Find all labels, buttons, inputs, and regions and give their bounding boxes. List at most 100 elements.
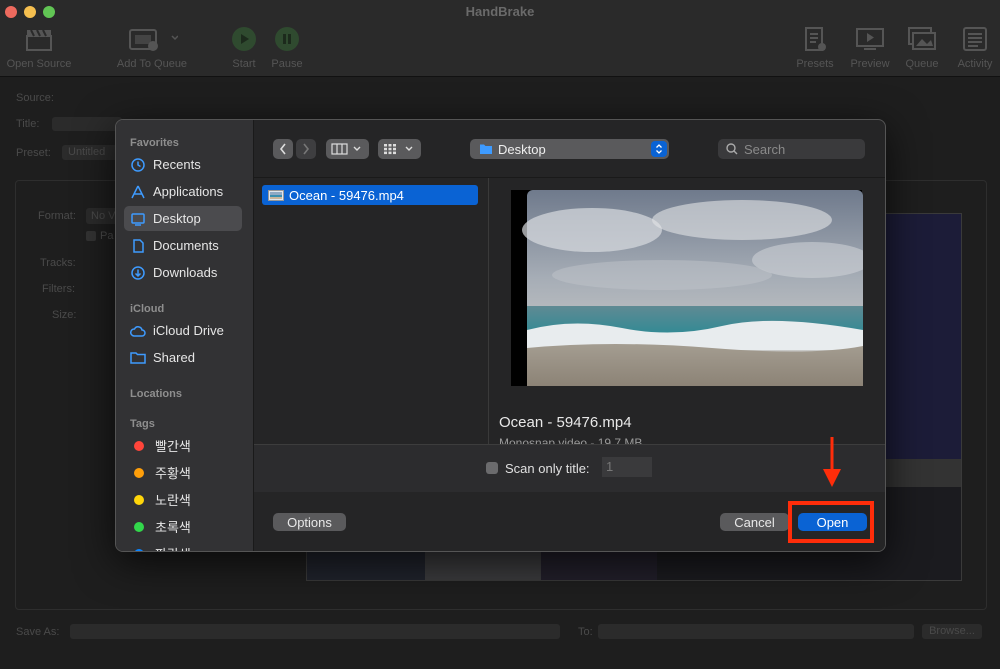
clock-icon [130, 157, 146, 173]
presets-icon [801, 26, 829, 52]
file-row[interactable]: Ocean - 59476.mp4 [262, 185, 478, 205]
sidebar-item-icloud-drive[interactable]: iCloud Drive [124, 318, 242, 343]
presets-label: Presets [796, 58, 834, 70]
title-bar: HandBrake Open Source Add To Queue Start… [0, 0, 1000, 77]
search-placeholder: Search [744, 141, 786, 157]
queue-button[interactable]: Queue [902, 26, 942, 70]
start-button[interactable]: Start [224, 26, 264, 70]
sidebar-tag-red[interactable]: 빨간색 [124, 433, 242, 458]
add-to-queue-label: Add To Queue [116, 58, 188, 70]
cloud-icon [130, 323, 146, 339]
tags-header: Tags [130, 418, 155, 430]
presets-button[interactable]: Presets [795, 26, 835, 70]
preview-strip [885, 214, 961, 459]
columns-view-icon [330, 143, 360, 155]
sidebar-item-label: iCloud Drive [153, 323, 224, 338]
scan-only-label: Scan only title: [505, 461, 590, 476]
cancel-button[interactable]: Cancel [720, 513, 789, 531]
activity-label: Activity [957, 58, 993, 70]
grid-icon [383, 144, 412, 155]
sidebar-item-desktop[interactable]: Desktop [124, 206, 242, 231]
sidebar-item-downloads[interactable]: Downloads [124, 260, 242, 285]
red-arrow-icon [823, 437, 841, 487]
tag-label: 노란색 [155, 493, 191, 508]
sidebar-item-shared[interactable]: Shared [124, 345, 242, 370]
preview-button[interactable]: Preview [848, 26, 892, 70]
title-label: Title: [16, 118, 40, 130]
scan-only-title-field[interactable]: 1 [602, 457, 652, 477]
activity-icon [961, 26, 989, 52]
to-label: To: [578, 626, 593, 638]
tag-dot-icon [134, 548, 144, 551]
scan-only-checkbox[interactable] [486, 462, 498, 474]
video-thumbnail [522, 190, 863, 386]
sidebar-tag-yellow[interactable]: 노란색 [124, 487, 242, 512]
passthru-checkbox[interactable] [86, 231, 96, 241]
sidebar: Favorites Recents Applications Desktop D… [116, 120, 254, 551]
file-list: Ocean - 59476.mp4 [254, 178, 488, 444]
size-label: Size: [52, 309, 77, 321]
search-field[interactable]: Search [718, 139, 865, 159]
tag-label: 빨간색 [155, 439, 191, 454]
sidebar-item-label: Documents [153, 238, 219, 253]
window-title: HandBrake [465, 4, 535, 19]
sidebar-item-documents[interactable]: Documents [124, 233, 242, 258]
preview-thumb-1 [307, 552, 425, 580]
preview-file-name: Ocean - 59476.mp4 [499, 414, 632, 431]
open-file-dialog: Favorites Recents Applications Desktop D… [115, 119, 886, 552]
column-divider [488, 178, 489, 444]
applications-icon [130, 184, 146, 200]
activity-button[interactable]: Activity [953, 26, 997, 70]
file-name: Ocean - 59476.mp4 [289, 187, 404, 203]
folder-icon [480, 144, 492, 154]
tag-dot-icon [134, 521, 144, 532]
view-mode-button[interactable] [326, 139, 369, 159]
save-as-label: Save As: [16, 626, 60, 638]
tag-dot-icon [134, 467, 144, 478]
browse-button[interactable]: Browse... [922, 624, 982, 639]
queue-label: Queue [905, 58, 939, 70]
group-by-button[interactable] [378, 139, 421, 159]
open-source-button[interactable]: Open Source [4, 26, 74, 70]
sidebar-tag-green[interactable]: 초록색 [124, 514, 242, 539]
clapperboard-icon [25, 26, 53, 52]
tag-label: 초록색 [155, 520, 191, 535]
title-popup[interactable] [52, 117, 122, 131]
add-queue-icon [122, 26, 182, 52]
favorites-header: Favorites [130, 137, 179, 149]
highlight-box [788, 501, 874, 543]
start-label: Start [232, 58, 256, 70]
pause-button[interactable]: Pause [267, 26, 307, 70]
preview-thumb-2 [425, 552, 541, 580]
sidebar-item-label: Shared [153, 350, 195, 365]
location-popup[interactable]: Desktop [470, 139, 669, 159]
format-label: Format: [38, 210, 76, 222]
save-as-field[interactable] [70, 624, 560, 639]
sidebar-item-applications[interactable]: Applications [124, 179, 242, 204]
sidebar-item-label: Recents [153, 157, 201, 172]
accessory-bar: Scan only title: 1 [254, 444, 885, 493]
play-icon [230, 26, 258, 52]
sidebar-item-recents[interactable]: Recents [124, 152, 242, 177]
filters-label: Filters: [42, 283, 75, 295]
destination-field[interactable] [598, 624, 914, 639]
back-button[interactable] [273, 139, 293, 159]
add-to-queue-button[interactable]: Add To Queue [112, 26, 192, 70]
sidebar-tag-orange[interactable]: 주황색 [124, 460, 242, 485]
tag-label: 파란색 [155, 544, 191, 551]
search-icon [726, 143, 738, 155]
sidebar-tag-blue[interactable]: 파란색 [124, 541, 242, 551]
updown-chevron-icon [651, 141, 667, 157]
preview-label: Preview [850, 58, 890, 70]
chevron-right-icon [303, 143, 310, 155]
desktop-icon [130, 211, 146, 227]
icloud-header: iCloud [130, 303, 165, 315]
tag-label: 주황색 [155, 466, 191, 481]
options-button[interactable]: Options [273, 513, 346, 531]
locations-header: Locations [130, 388, 182, 400]
forward-button[interactable] [296, 139, 316, 159]
chevron-left-icon [279, 143, 286, 155]
tracks-label: Tracks: [40, 257, 76, 269]
preview-thumb-3 [541, 552, 657, 580]
preset-label: Preset: [16, 147, 51, 159]
